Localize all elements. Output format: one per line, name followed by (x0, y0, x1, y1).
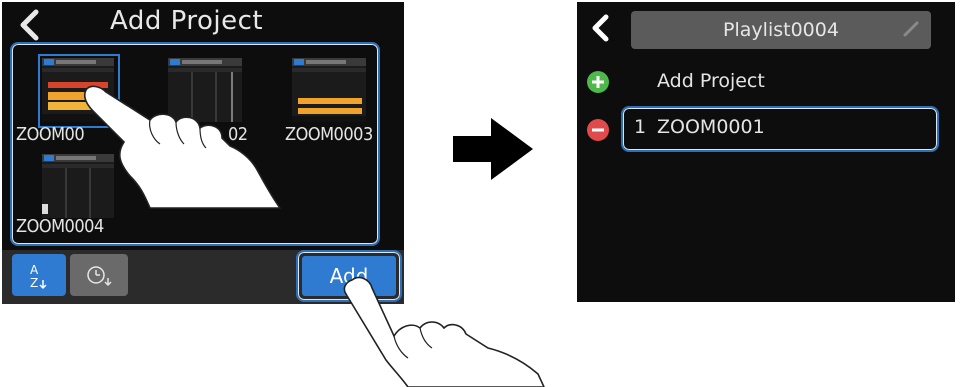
project-label-4: ZOOM0004 (16, 216, 104, 237)
svg-text:Z: Z (30, 276, 38, 290)
playlist-name-field[interactable]: Playlist0004 (631, 11, 931, 49)
tapping-hand-icon (343, 276, 545, 387)
add-project-icon[interactable] (587, 71, 609, 93)
svg-text:A: A (30, 263, 39, 277)
playlist-screen: Playlist0004 Add Project 1 ZOOM0001 (577, 2, 955, 302)
pencil-icon (903, 21, 919, 37)
playlist-item-number: 1 (634, 116, 647, 138)
add-project-screen: Add Project ZOOM00 02 ZOOM0003 ZOOM0004 … (2, 2, 404, 304)
sort-clock-icon (87, 266, 112, 287)
playlist-item-name[interactable]: ZOOM0001 (657, 116, 765, 138)
pointing-hand-icon (83, 85, 282, 209)
transition-arrow-icon (453, 118, 533, 180)
sort-alpha-icon: A Z (30, 263, 47, 290)
project-thumbnail-3[interactable] (292, 58, 366, 122)
project-label-1: ZOOM00 (16, 124, 85, 145)
page-title: Add Project (110, 6, 264, 36)
project-label-3: ZOOM0003 (285, 124, 373, 145)
back-chevron-icon[interactable] (589, 14, 611, 42)
sort-alpha-button[interactable]: A Z (12, 254, 66, 296)
remove-project-icon[interactable] (587, 119, 609, 141)
playlist-name: Playlist0004 (723, 19, 839, 41)
back-chevron-icon[interactable] (16, 8, 42, 42)
add-project-label[interactable]: Add Project (657, 70, 765, 92)
sort-time-button[interactable] (70, 254, 128, 296)
